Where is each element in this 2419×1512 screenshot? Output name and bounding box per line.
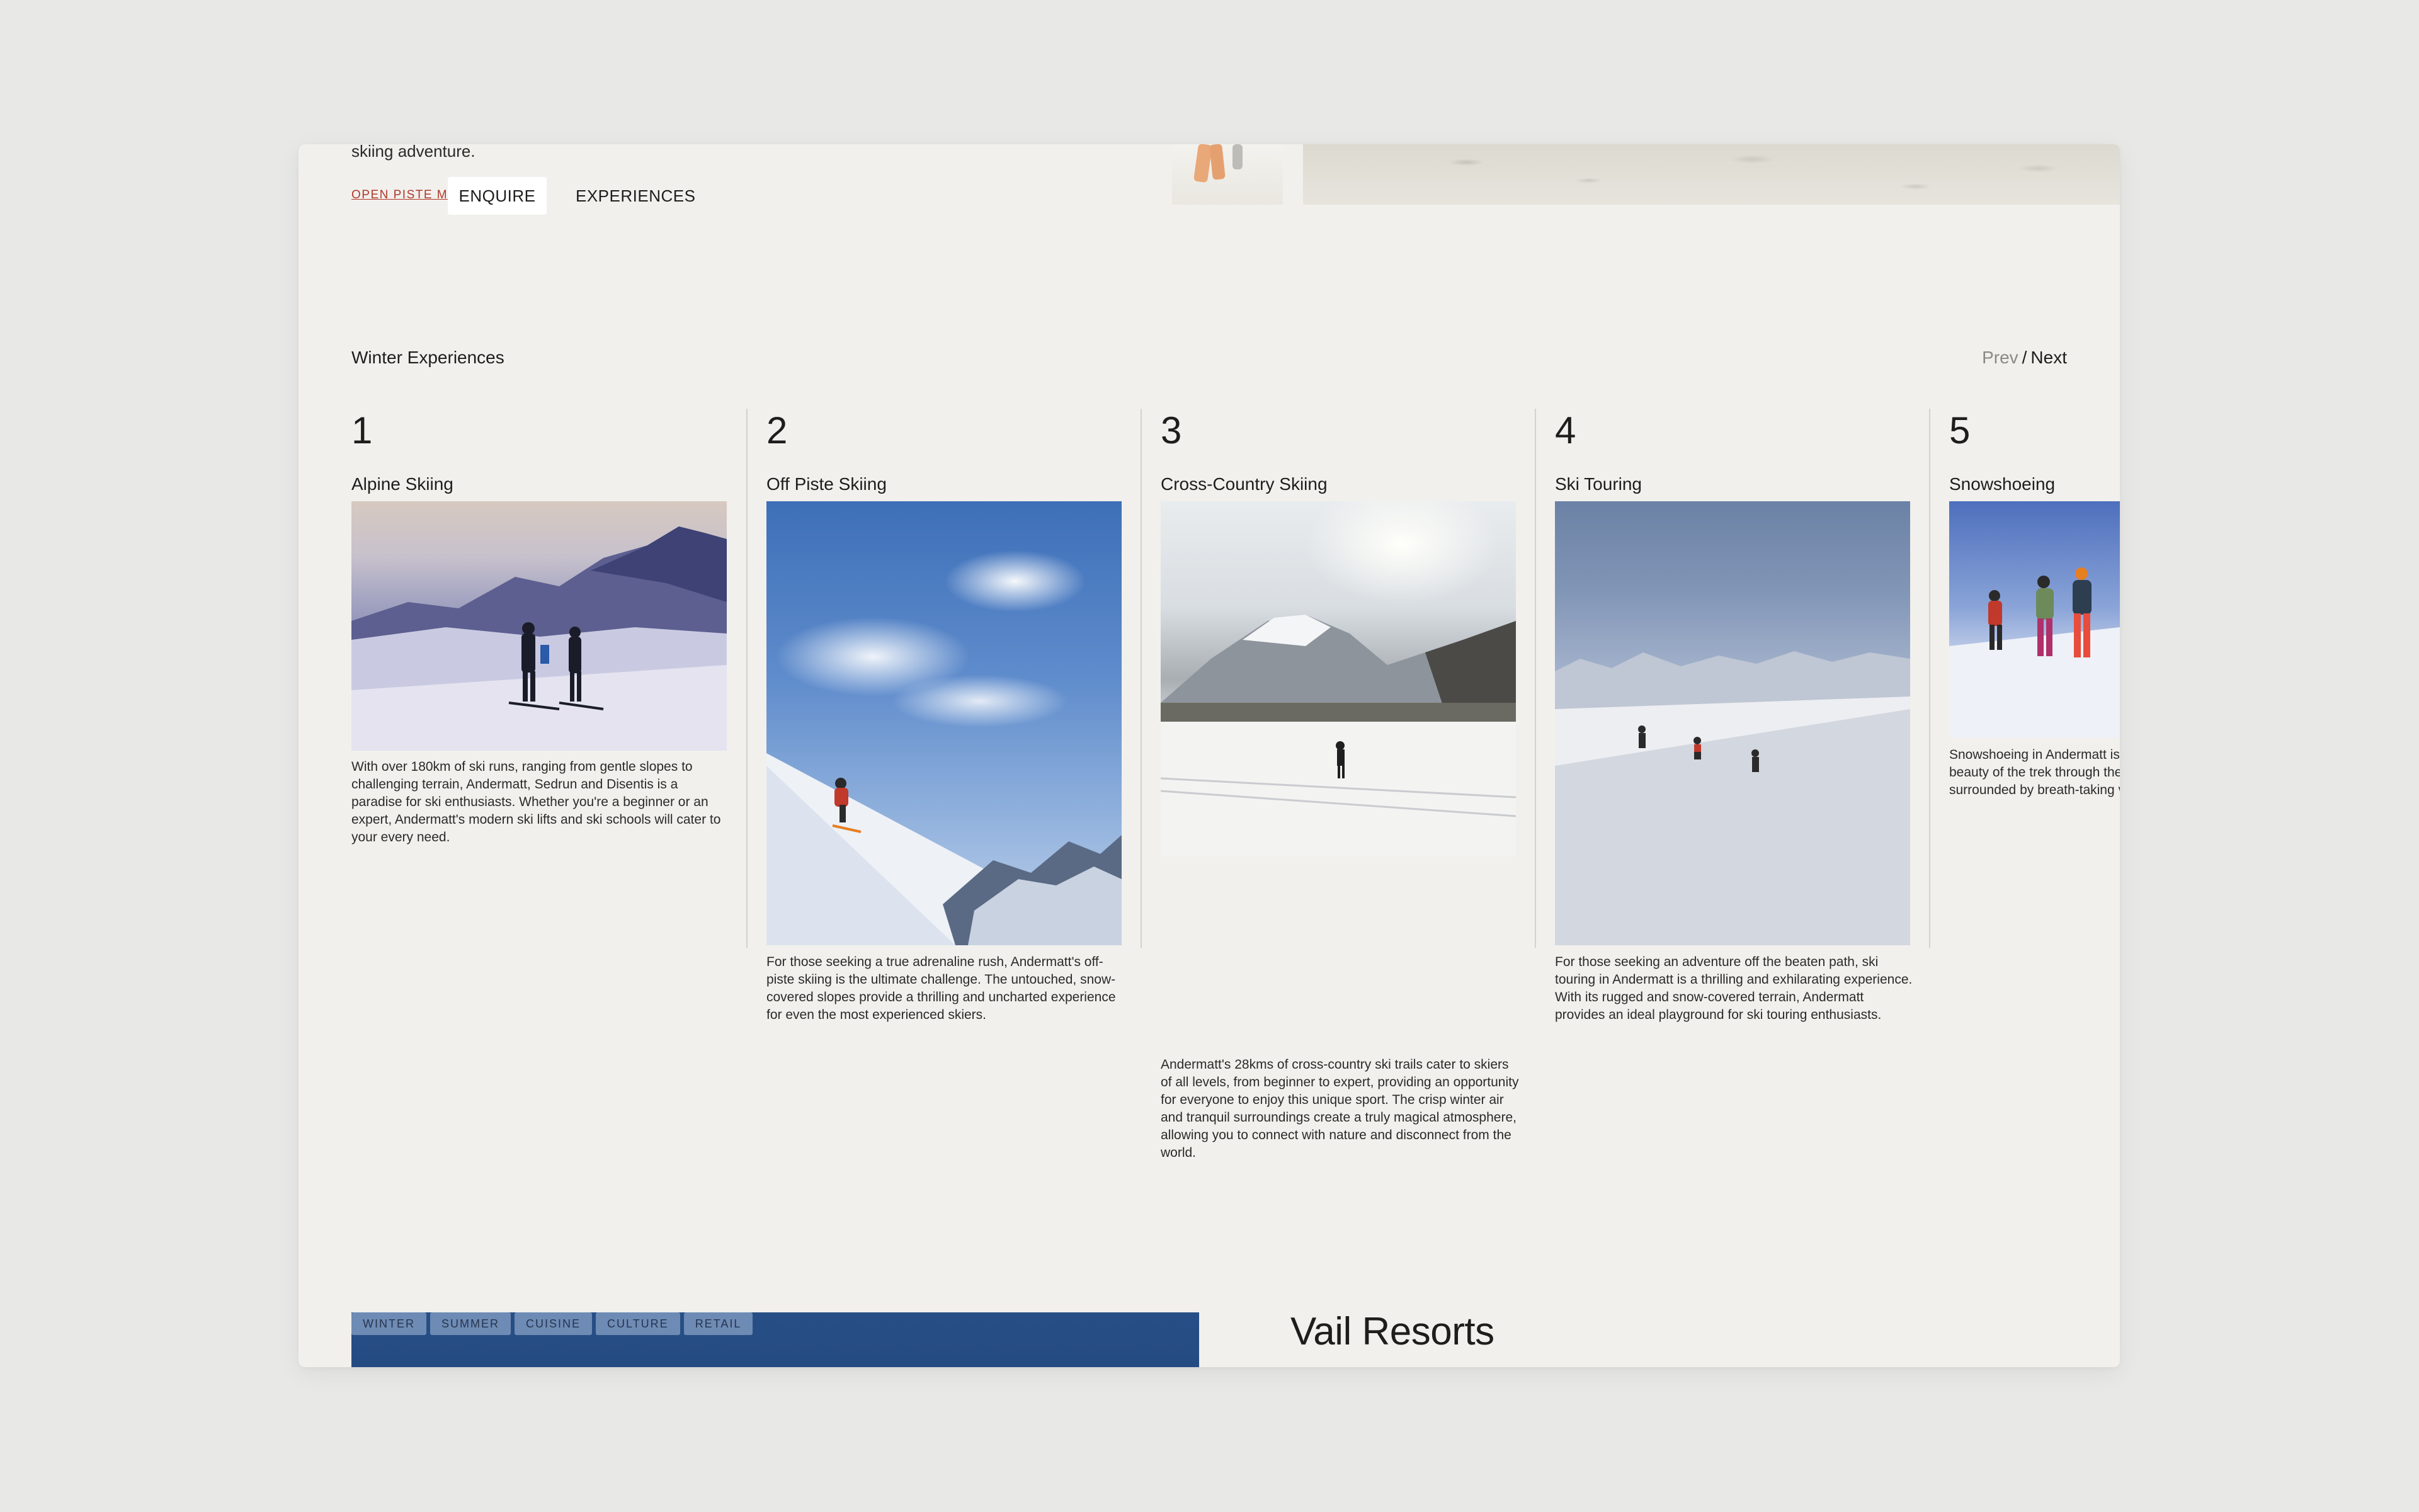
tag-summer[interactable]: SUMMER (430, 1312, 511, 1335)
resort-tag-list: WINTER SUMMER CUISINE CULTURE RETAIL (351, 1312, 753, 1335)
column-divider (1929, 409, 1930, 948)
experience-description: Snowshoeing in Andermatt is a wonderful … (1949, 747, 2120, 797)
experience-number: 4 (1555, 409, 1576, 452)
tag-retail[interactable]: RETAIL (683, 1312, 753, 1335)
experience-card-ski-touring[interactable]: 4 Ski Touring For those seeking an adven… (1555, 409, 1912, 1022)
prev-button[interactable]: Prev (1982, 348, 2018, 367)
experience-name: Ski Touring (1555, 474, 1642, 494)
resort-title: Vail Resorts (1290, 1310, 1494, 1353)
experience-name: Alpine Skiing (351, 474, 453, 494)
experience-description: For those seeking an adventure off the b… (1555, 955, 1913, 1022)
experience-description: Andermatt's 28kms of cross-country ski t… (1161, 1057, 1519, 1160)
experience-description: With over 180km of ski runs, ranging fro… (351, 759, 721, 844)
alpine-skiing-photo (351, 501, 727, 751)
experience-name: Off Piste Skiing (766, 474, 887, 494)
experience-number: 1 (351, 409, 373, 452)
column-divider (1141, 409, 1142, 948)
browser-window: skiing adventure. OPEN PISTE MAP ENQUIRE… (299, 144, 2120, 1367)
experience-number: 2 (766, 409, 788, 452)
enquire-button[interactable]: ENQUIRE (448, 177, 547, 215)
experience-card-off-piste-skiing[interactable]: 2 Off Piste Skiing For those seeking a t… (766, 409, 1122, 1022)
section-title: Winter Experiences (351, 348, 504, 367)
tag-culture[interactable]: CULTURE (596, 1312, 680, 1335)
experience-name: Cross-Country Skiing (1161, 474, 1328, 494)
tag-cuisine[interactable]: CUISINE (515, 1312, 593, 1335)
experiences-link[interactable]: EXPERIENCES (576, 177, 695, 215)
pager-separator: / (2022, 348, 2027, 367)
experience-card-alpine-skiing[interactable]: 1 Alpine Skiing With over 180km of ski r… (351, 409, 727, 844)
off-piste-skiing-photo (766, 501, 1122, 945)
hero-snow-image (1303, 144, 2120, 205)
hero-skier-image (1172, 144, 1283, 205)
experience-description: For those seeking a true adrenaline rush… (766, 955, 1116, 1022)
next-button[interactable]: Next (2030, 348, 2067, 367)
snowshoeing-photo (1949, 501, 2120, 737)
tag-winter[interactable]: WINTER (351, 1312, 426, 1335)
ski-touring-photo (1555, 501, 1910, 945)
experience-number: 3 (1161, 409, 1182, 452)
cross-country-skiing-photo (1161, 501, 1516, 856)
column-divider (1535, 409, 1536, 948)
experience-number: 5 (1949, 409, 1971, 452)
experience-card-snowshoeing[interactable]: 5 Snowshoeing Snowshoeing in Andermatt i… (1949, 409, 2120, 797)
intro-text: skiing adventure. (351, 144, 475, 161)
experience-name: Snowshoeing (1949, 474, 2056, 494)
experience-card-cross-country-skiing[interactable]: 3 Cross-Country Skiing Andermatt's 28kms… (1161, 409, 1519, 1160)
column-divider (746, 409, 748, 948)
carousel-pager: Prev / Next (1982, 348, 2067, 368)
